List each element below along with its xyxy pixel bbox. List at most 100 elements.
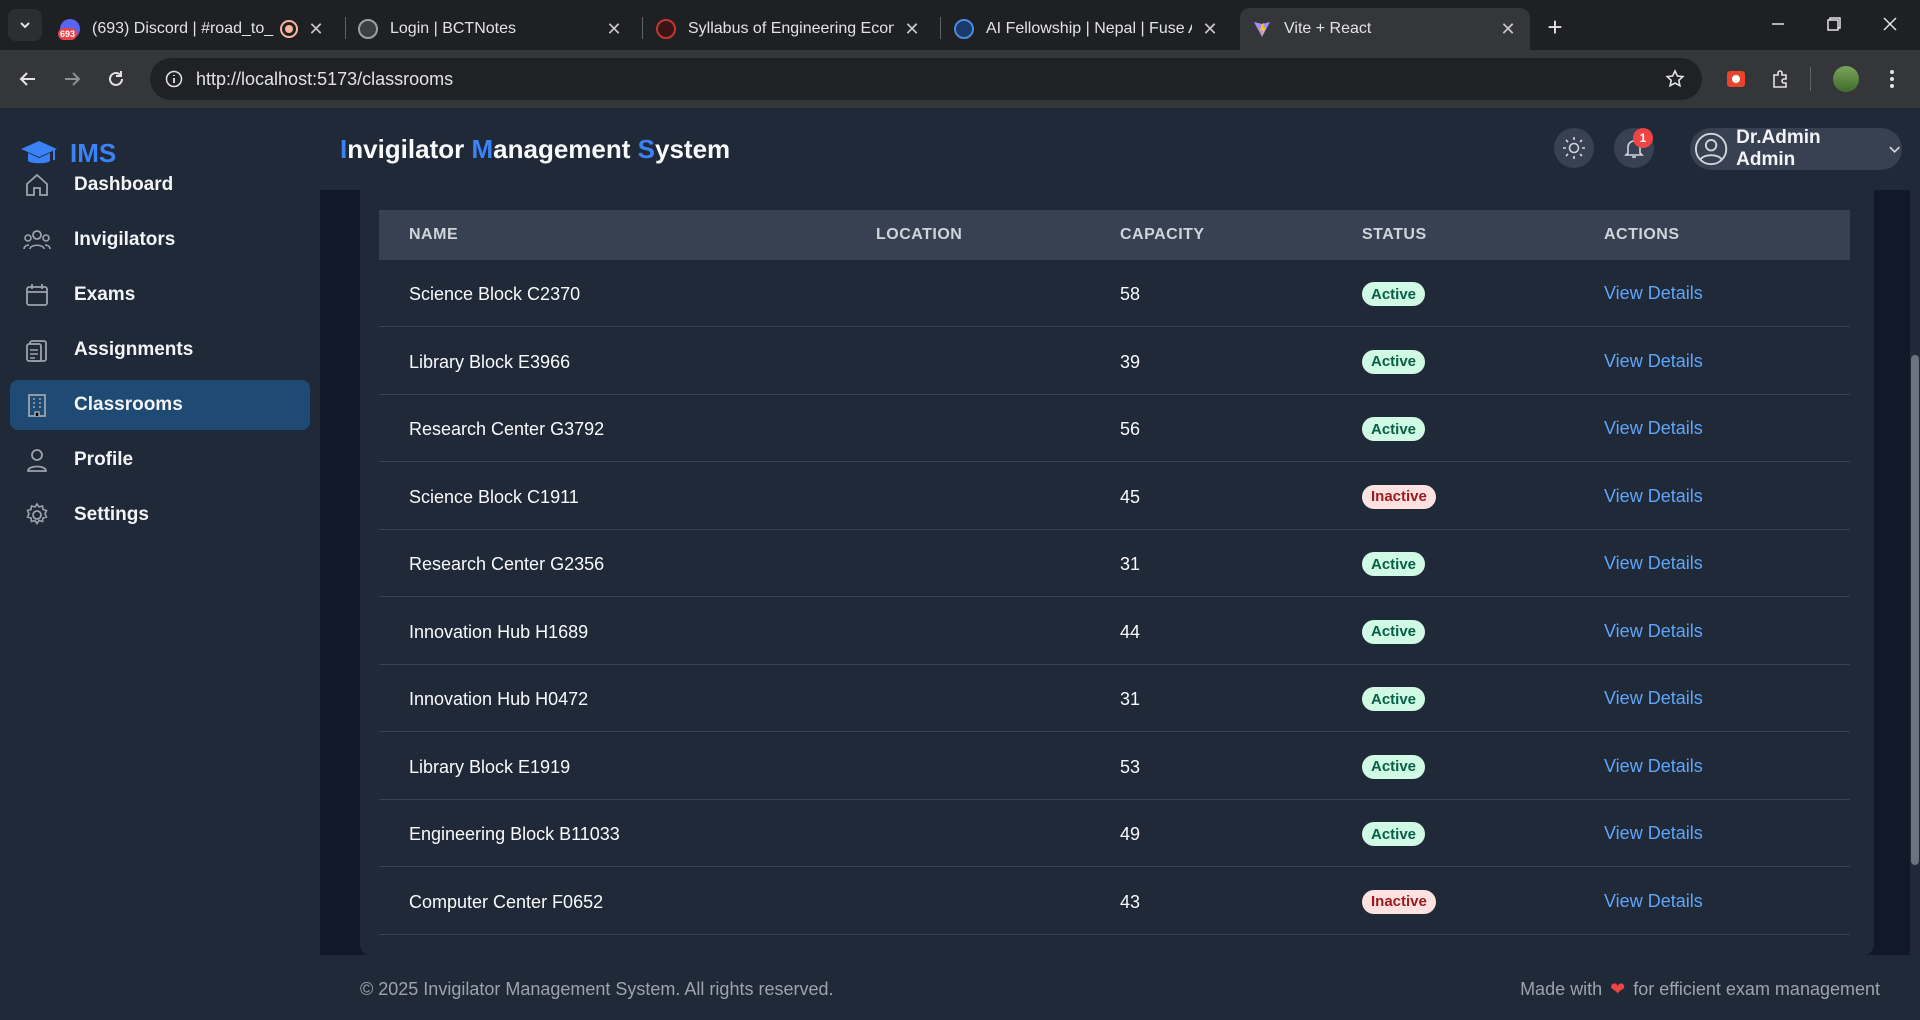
back-button[interactable] bbox=[12, 63, 44, 95]
view-details-link[interactable]: View Details bbox=[1604, 486, 1703, 507]
tab-title: Login | BCTNotes bbox=[390, 20, 516, 37]
vite-favicon-icon bbox=[1252, 19, 1272, 39]
close-tab-icon[interactable]: ✕ bbox=[902, 19, 922, 39]
page-scrollbar-thumb[interactable] bbox=[1911, 355, 1919, 865]
user-name: Dr.Admin Admin bbox=[1736, 127, 1821, 170]
sidebar-item-exams[interactable]: Exams bbox=[10, 270, 310, 320]
cell-name: Research Center G3792 bbox=[409, 419, 605, 439]
user-circle-icon bbox=[1694, 132, 1728, 166]
sidebar-item-invigilators[interactable]: Invigilators bbox=[10, 215, 310, 265]
sidebar-item-label: Dashboard bbox=[74, 174, 174, 195]
new-tab-button[interactable]: + bbox=[1540, 12, 1570, 42]
status-badge: Active bbox=[1362, 754, 1426, 779]
close-tab-icon[interactable]: ✕ bbox=[1200, 19, 1220, 39]
status-badge: Active bbox=[1362, 822, 1426, 846]
tab-title: Vite + React bbox=[1284, 20, 1372, 37]
view-details-link[interactable]: View Details bbox=[1604, 688, 1703, 709]
close-icon bbox=[1883, 17, 1897, 31]
footer-copyright: © 2025 Invigilator Management System. Al… bbox=[360, 979, 834, 999]
page-title: Invigilator Management System bbox=[340, 134, 731, 164]
tab-title: (693) Discord | #road_to_mi bbox=[92, 20, 274, 37]
view-details-link[interactable]: View Details bbox=[1604, 756, 1703, 777]
close-tab-icon[interactable]: ✕ bbox=[306, 19, 326, 39]
footer-tagline: Made with ❤ for efficient exam managemen… bbox=[1520, 979, 1880, 1000]
browser-tab-fuse-ai[interactable]: AI Fellowship | Nepal | Fuse AI ✕ bbox=[942, 8, 1232, 50]
table-row: Library Block E3966 39 Active View Details bbox=[379, 328, 1850, 395]
bookmark-star-icon[interactable] bbox=[1662, 66, 1688, 92]
footer-purpose: for efficient exam management bbox=[1633, 979, 1880, 999]
restore-window-button[interactable] bbox=[1806, 0, 1862, 48]
cell-capacity: 58 bbox=[1120, 284, 1141, 304]
column-header-location[interactable]: LOCATION bbox=[876, 226, 962, 244]
user-menu-button[interactable]: Dr.Admin Admin bbox=[1690, 127, 1902, 170]
table-row: Computer Center F0652 43 Inactive View Deta… bbox=[379, 868, 1850, 935]
browser-tab-syllabus[interactable]: Syllabus of Engineering Econom ✕ bbox=[644, 8, 934, 50]
sun-icon bbox=[1563, 137, 1585, 159]
column-header-capacity[interactable]: CAPACITY bbox=[1120, 226, 1205, 244]
view-details-link[interactable]: View Details bbox=[1604, 553, 1703, 574]
sidebar-item-assignments[interactable]: Assignments bbox=[10, 325, 310, 375]
cell-capacity: 44 bbox=[1120, 621, 1141, 642]
sidebar-item-dashboard[interactable]: Dashboard bbox=[10, 160, 310, 210]
view-details-link[interactable]: View Details bbox=[1604, 351, 1703, 372]
browser-tab-vite-react[interactable]: Vite + React ✕ bbox=[1240, 8, 1530, 50]
browser-tab-discord[interactable]: 693 (693) Discord | #road_to_mi ✕ bbox=[48, 8, 338, 50]
cell-capacity: 56 bbox=[1120, 419, 1141, 439]
view-details-link[interactable]: View Details bbox=[1604, 418, 1703, 439]
discord-tab-badge: 693 bbox=[58, 28, 78, 40]
close-tab-icon[interactable]: ✕ bbox=[604, 19, 624, 39]
address-bar[interactable]: http://localhost:5173/classrooms bbox=[150, 58, 1702, 100]
building-icon bbox=[22, 390, 52, 420]
clipboard-icon bbox=[22, 335, 52, 365]
cell-name: Engineering Block B11033 bbox=[409, 824, 620, 844]
table-header: NAME LOCATION CAPACITY STATUS ACTIONS bbox=[379, 210, 1850, 260]
browser-toolbar: http://localhost:5173/classrooms bbox=[0, 50, 1920, 108]
table-row: Innovation Hub H1689 44 Active View Details bbox=[379, 598, 1850, 665]
discord-favicon-icon: 693 bbox=[58, 19, 80, 40]
view-details-link[interactable]: View Details bbox=[1604, 823, 1703, 844]
sidebar-item-label: Settings bbox=[74, 504, 149, 525]
column-header-name[interactable]: NAME bbox=[409, 226, 458, 244]
close-tab-icon[interactable]: ✕ bbox=[1498, 19, 1518, 39]
site-info-icon[interactable] bbox=[162, 67, 186, 91]
column-header-status[interactable]: STATUS bbox=[1362, 226, 1427, 244]
table-row: Innovation Hub H0472 31 Active View Details bbox=[379, 665, 1850, 732]
table-row: Library Block E1919 53 Active View Details bbox=[379, 733, 1850, 800]
globe-favicon-icon bbox=[358, 19, 378, 39]
browser-tab-bctnotes[interactable]: Login | BCTNotes ✕ bbox=[346, 8, 636, 50]
cell-name: Library Block E1919 bbox=[409, 756, 571, 777]
view-details-link[interactable]: View Details bbox=[1604, 283, 1703, 304]
status-badge: Active bbox=[1362, 552, 1426, 576]
cell-name: Innovation Hub H1689 bbox=[409, 621, 589, 642]
calendar-icon bbox=[22, 280, 52, 310]
cell-capacity: 39 bbox=[1120, 351, 1141, 372]
status-badge: Active bbox=[1362, 687, 1426, 711]
profile-avatar[interactable] bbox=[1830, 63, 1862, 95]
cell-capacity: 31 bbox=[1120, 554, 1141, 574]
close-window-button[interactable] bbox=[1862, 0, 1918, 48]
audio-recording-icon bbox=[280, 20, 298, 38]
tab-search-button[interactable] bbox=[8, 9, 42, 41]
reload-button[interactable] bbox=[100, 63, 132, 95]
status-badge: Active bbox=[1362, 282, 1426, 306]
extension-shield-icon[interactable] bbox=[1720, 63, 1752, 95]
fuse-ai-favicon-icon bbox=[954, 19, 974, 39]
view-details-link[interactable]: View Details bbox=[1604, 891, 1703, 912]
browser-menu-icon[interactable] bbox=[1876, 63, 1908, 95]
cell-capacity: 43 bbox=[1120, 891, 1141, 912]
college-favicon-icon bbox=[656, 19, 676, 39]
theme-toggle-button[interactable] bbox=[1554, 128, 1594, 168]
tab-separator bbox=[642, 17, 643, 39]
extensions-puzzle-icon[interactable] bbox=[1765, 63, 1797, 95]
sidebar-item-classrooms[interactable]: Classrooms bbox=[10, 380, 310, 430]
toolbar-divider bbox=[1810, 67, 1811, 91]
sidebar-item-profile[interactable]: Profile bbox=[10, 435, 310, 485]
cell-name: Computer Center F0652 bbox=[409, 891, 604, 912]
forward-button[interactable] bbox=[56, 63, 88, 95]
view-details-link[interactable]: View Details bbox=[1604, 621, 1703, 642]
arrow-right-icon bbox=[65, 72, 81, 86]
footer-made-with: Made with bbox=[1520, 979, 1603, 999]
cell-capacity: 45 bbox=[1120, 486, 1141, 507]
minimize-window-button[interactable] bbox=[1750, 0, 1806, 48]
sidebar-item-settings[interactable]: Settings bbox=[10, 490, 310, 540]
